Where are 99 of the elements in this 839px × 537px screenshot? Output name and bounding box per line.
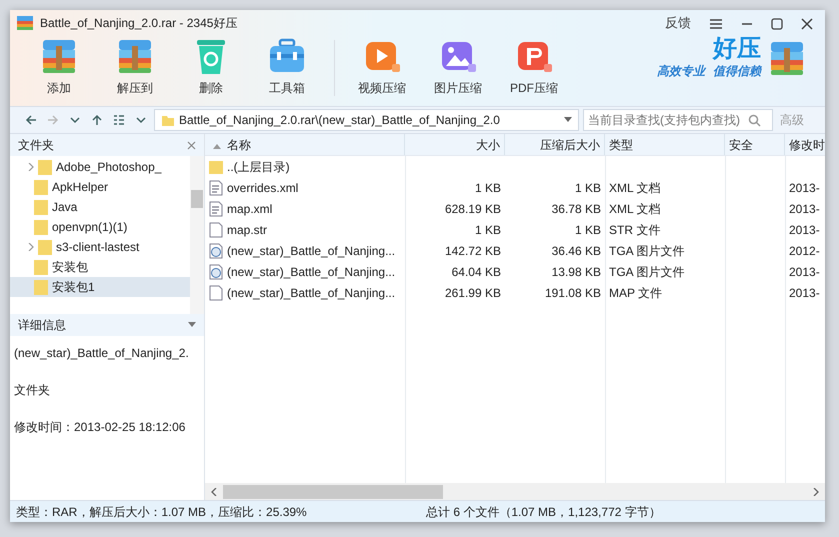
caret-down-icon <box>564 117 572 123</box>
folder-tree-item[interactable]: 安装包1 <box>10 277 190 297</box>
path-dropdown[interactable]: Battle_of_Nanjing_2.0.rar\(new_star)_Battle_of_Nanjing_2.0 <box>154 109 579 131</box>
chevron-right-icon[interactable] <box>28 163 34 171</box>
caret-down-icon[interactable] <box>188 322 196 328</box>
logo-title: 好压 <box>713 36 761 62</box>
file-name-cell: map.str <box>205 220 405 238</box>
detail-text: 文件夹 <box>14 382 51 399</box>
maximize-icon <box>771 18 783 30</box>
window-title: Battle_of_Nanjing_2.0.rar - 2345好压 <box>40 15 238 32</box>
folder-tree-item[interactable]: s3-client-lastest <box>10 237 190 257</box>
image-file-icon <box>209 242 223 258</box>
horizontal-scrollbar[interactable] <box>205 483 825 500</box>
folder-icon <box>34 279 48 295</box>
table-cell-text: 191.08 KB <box>544 284 602 302</box>
table-cell-text: XML 文档 <box>608 180 662 196</box>
close-icon[interactable] <box>187 140 196 150</box>
column-header[interactable]: 类型 <box>605 134 725 155</box>
up-arrow-icon <box>91 114 103 126</box>
app-icon <box>16 15 34 31</box>
status-text: 类型：RAR，解压后大小：1.07 MB，压缩比：25.39% <box>16 504 308 520</box>
table-cell-text: 2013- <box>788 200 821 218</box>
table-cell-text: 2012- <box>788 242 821 260</box>
chevron-right-icon[interactable] <box>28 243 34 251</box>
table-cell-text: 2013- <box>788 284 821 302</box>
blank-file-icon <box>209 222 223 238</box>
table-cell-text: 261.99 KB <box>444 284 502 302</box>
table-cell-text: STR 文件 <box>608 222 662 238</box>
file-name-cell: (new_star)_Battle_of_Nanjing... <box>205 242 405 260</box>
folder-icon <box>34 199 48 215</box>
table-cell-text: 628.19 KB <box>444 200 502 218</box>
close-icon <box>801 18 813 30</box>
column-header[interactable]: 大小 <box>405 134 505 155</box>
folder-tree-item[interactable]: openvpn(1)(1) <box>10 217 190 237</box>
panel-title: 详细信息 <box>18 317 66 334</box>
blank-file-icon <box>209 284 223 300</box>
table-cell-text: 13.98 KB <box>550 264 602 280</box>
folder-icon <box>38 159 52 175</box>
table-cell-text: 2013- <box>788 222 821 238</box>
table-cell-text: 1 KB <box>474 222 502 238</box>
folder-tree-item[interactable]: Java <box>10 197 190 217</box>
table-cell-text: TGA 图片文件 <box>608 242 686 260</box>
folder-icon <box>161 113 175 127</box>
logo-slogan: 高效专业 <box>657 63 705 80</box>
file-name-cell: (new_star)_Battle_of_Nanjing... <box>205 284 405 302</box>
file-name-cell: overrides.xml <box>205 178 405 196</box>
chevron-right-icon <box>813 488 819 496</box>
column-header[interactable]: 安全 <box>725 134 785 155</box>
folder-icon <box>34 179 48 195</box>
file-name-cell: ..(上层目录) <box>205 158 405 176</box>
table-cell-text: 36.78 KB <box>550 200 602 218</box>
folder-icon <box>34 219 48 235</box>
document-icon <box>209 200 223 216</box>
table-cell-text: XML 文档 <box>608 200 662 218</box>
menu-icon <box>709 18 723 30</box>
table-cell-text: 1 KB <box>574 222 602 238</box>
table-cell-text: MAP 文件 <box>608 284 664 302</box>
table-cell-text: TGA 图片文件 <box>608 264 686 280</box>
column-header[interactable]: 名称 <box>205 134 405 155</box>
toolbar-button[interactable]: 图片压缩 <box>427 36 489 97</box>
vertical-scrollbar[interactable] <box>190 156 204 314</box>
logo-slogan: 值得信赖 <box>713 63 761 80</box>
table-cell-text: 64.04 KB <box>450 264 502 280</box>
folder-icon <box>38 239 52 255</box>
table-cell-text: 142.72 KB <box>444 242 502 260</box>
toolbar-button[interactable]: PDF压缩 <box>503 36 565 97</box>
toolbar-button[interactable]: 视频压缩 <box>351 36 413 97</box>
table-cell-text: 2013- <box>788 264 821 280</box>
file-name-cell: map.xml <box>205 200 405 218</box>
folder-tree-item[interactable]: Adobe_Photoshop_ <box>10 157 190 177</box>
status-text: 总计 6 个文件（1.07 MB，1,123,772 字节） <box>426 504 661 520</box>
search-field[interactable]: 当前目录查找(支持包内查找) <box>583 109 773 131</box>
table-cell-text: 1 KB <box>474 180 502 196</box>
image-file-icon <box>209 264 223 280</box>
chevron-left-icon <box>211 488 217 496</box>
forward-arrow-icon <box>47 114 59 126</box>
panel-title: 文件夹 <box>18 137 54 154</box>
sort-icon <box>213 142 221 149</box>
document-icon <box>209 180 223 196</box>
search-icon <box>748 114 761 126</box>
table-cell-text: 36.46 KB <box>550 242 602 260</box>
file-name-cell: (new_star)_Battle_of_Nanjing... <box>205 262 405 280</box>
toolbar-button[interactable]: 添加 <box>28 36 90 97</box>
folder-icon <box>209 158 223 174</box>
table-cell-text: 2013- <box>788 180 821 196</box>
feedback-button[interactable]: 反馈 <box>659 13 697 33</box>
toolbar-button[interactable]: 删除 <box>180 36 242 97</box>
folder-icon <box>34 259 48 275</box>
toolbar-button[interactable]: 解压到 <box>104 36 166 97</box>
column-header[interactable]: 修改时 <box>785 134 825 155</box>
column-header[interactable]: 压缩后大小 <box>505 134 605 155</box>
view-list-icon <box>113 114 125 126</box>
table-cell-text: 1 KB <box>574 180 602 196</box>
folder-tree-item[interactable]: 安装包 <box>10 257 190 277</box>
toolbar-button[interactable]: 工具箱 <box>256 36 318 97</box>
detail-text: 修改时间：2013-02-25 18:12:06 <box>14 419 186 436</box>
folder-tree-item[interactable]: ApkHelper <box>10 177 190 197</box>
back-arrow-icon <box>25 114 37 126</box>
detail-text: (new_star)_Battle_of_Nanjing_2. <box>14 345 190 362</box>
